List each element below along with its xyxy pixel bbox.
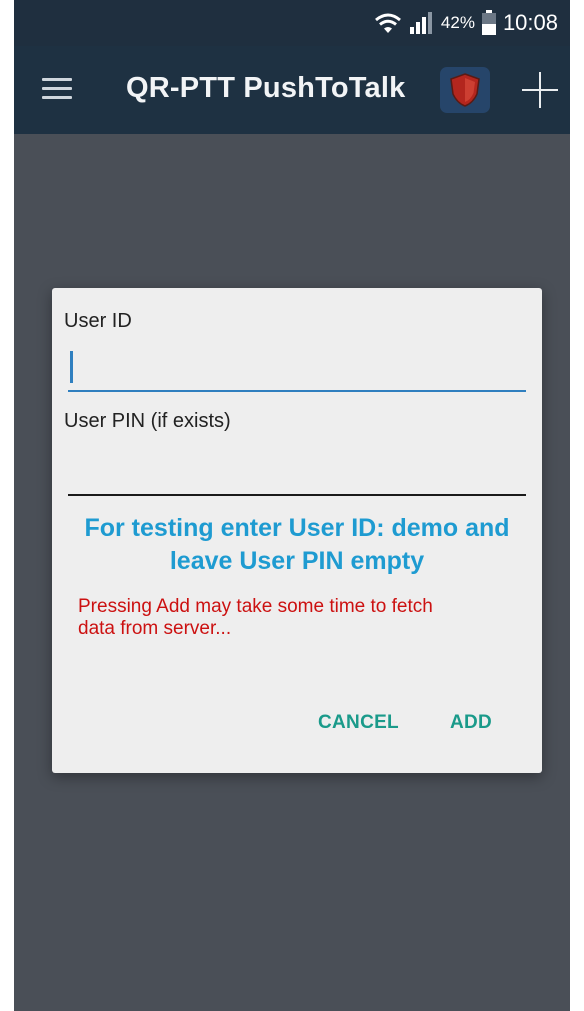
battery-percent: 42% [440,13,475,32]
add-button[interactable]: ADD [442,706,500,740]
status-indicators: 42% 10:08 [373,0,558,46]
phone-screen: 42% 10:08 QR-PTT PushToTalk User ID User… [14,0,570,1011]
battery-icon [481,10,496,35]
user-id-label: User ID [64,310,132,332]
app-title: QR-PTT PushToTalk [126,72,406,104]
fetch-warning: Pressing Add may take some time to fetch… [78,596,518,640]
clock: 10:08 [502,10,558,35]
text-cursor [70,351,73,383]
status-bar: 42% 10:08 [14,0,570,46]
app-logo-icon [440,67,490,113]
testing-hint-line-2: leave User PIN empty [169,547,425,575]
cancel-button[interactable]: CANCEL [310,706,407,740]
menu-icon[interactable] [42,78,72,100]
app-bar: QR-PTT PushToTalk [14,46,570,134]
user-pin-input[interactable] [68,448,526,496]
plus-icon[interactable] [522,72,558,108]
testing-hint-line-1: For testing enter User ID: demo and [84,514,510,542]
fetch-warning-line-2: data from server... [78,618,232,639]
fetch-warning-line-1: Pressing Add may take some time to fetch [78,596,433,617]
signal-icon [409,12,432,34]
add-user-dialog: User ID User PIN (if exists) For testing… [52,288,542,773]
user-pin-label: User PIN (if exists) [64,410,231,432]
wifi-icon [374,13,401,33]
testing-hint: For testing enter User ID: demo and leav… [52,512,542,578]
user-id-input[interactable] [68,344,526,392]
